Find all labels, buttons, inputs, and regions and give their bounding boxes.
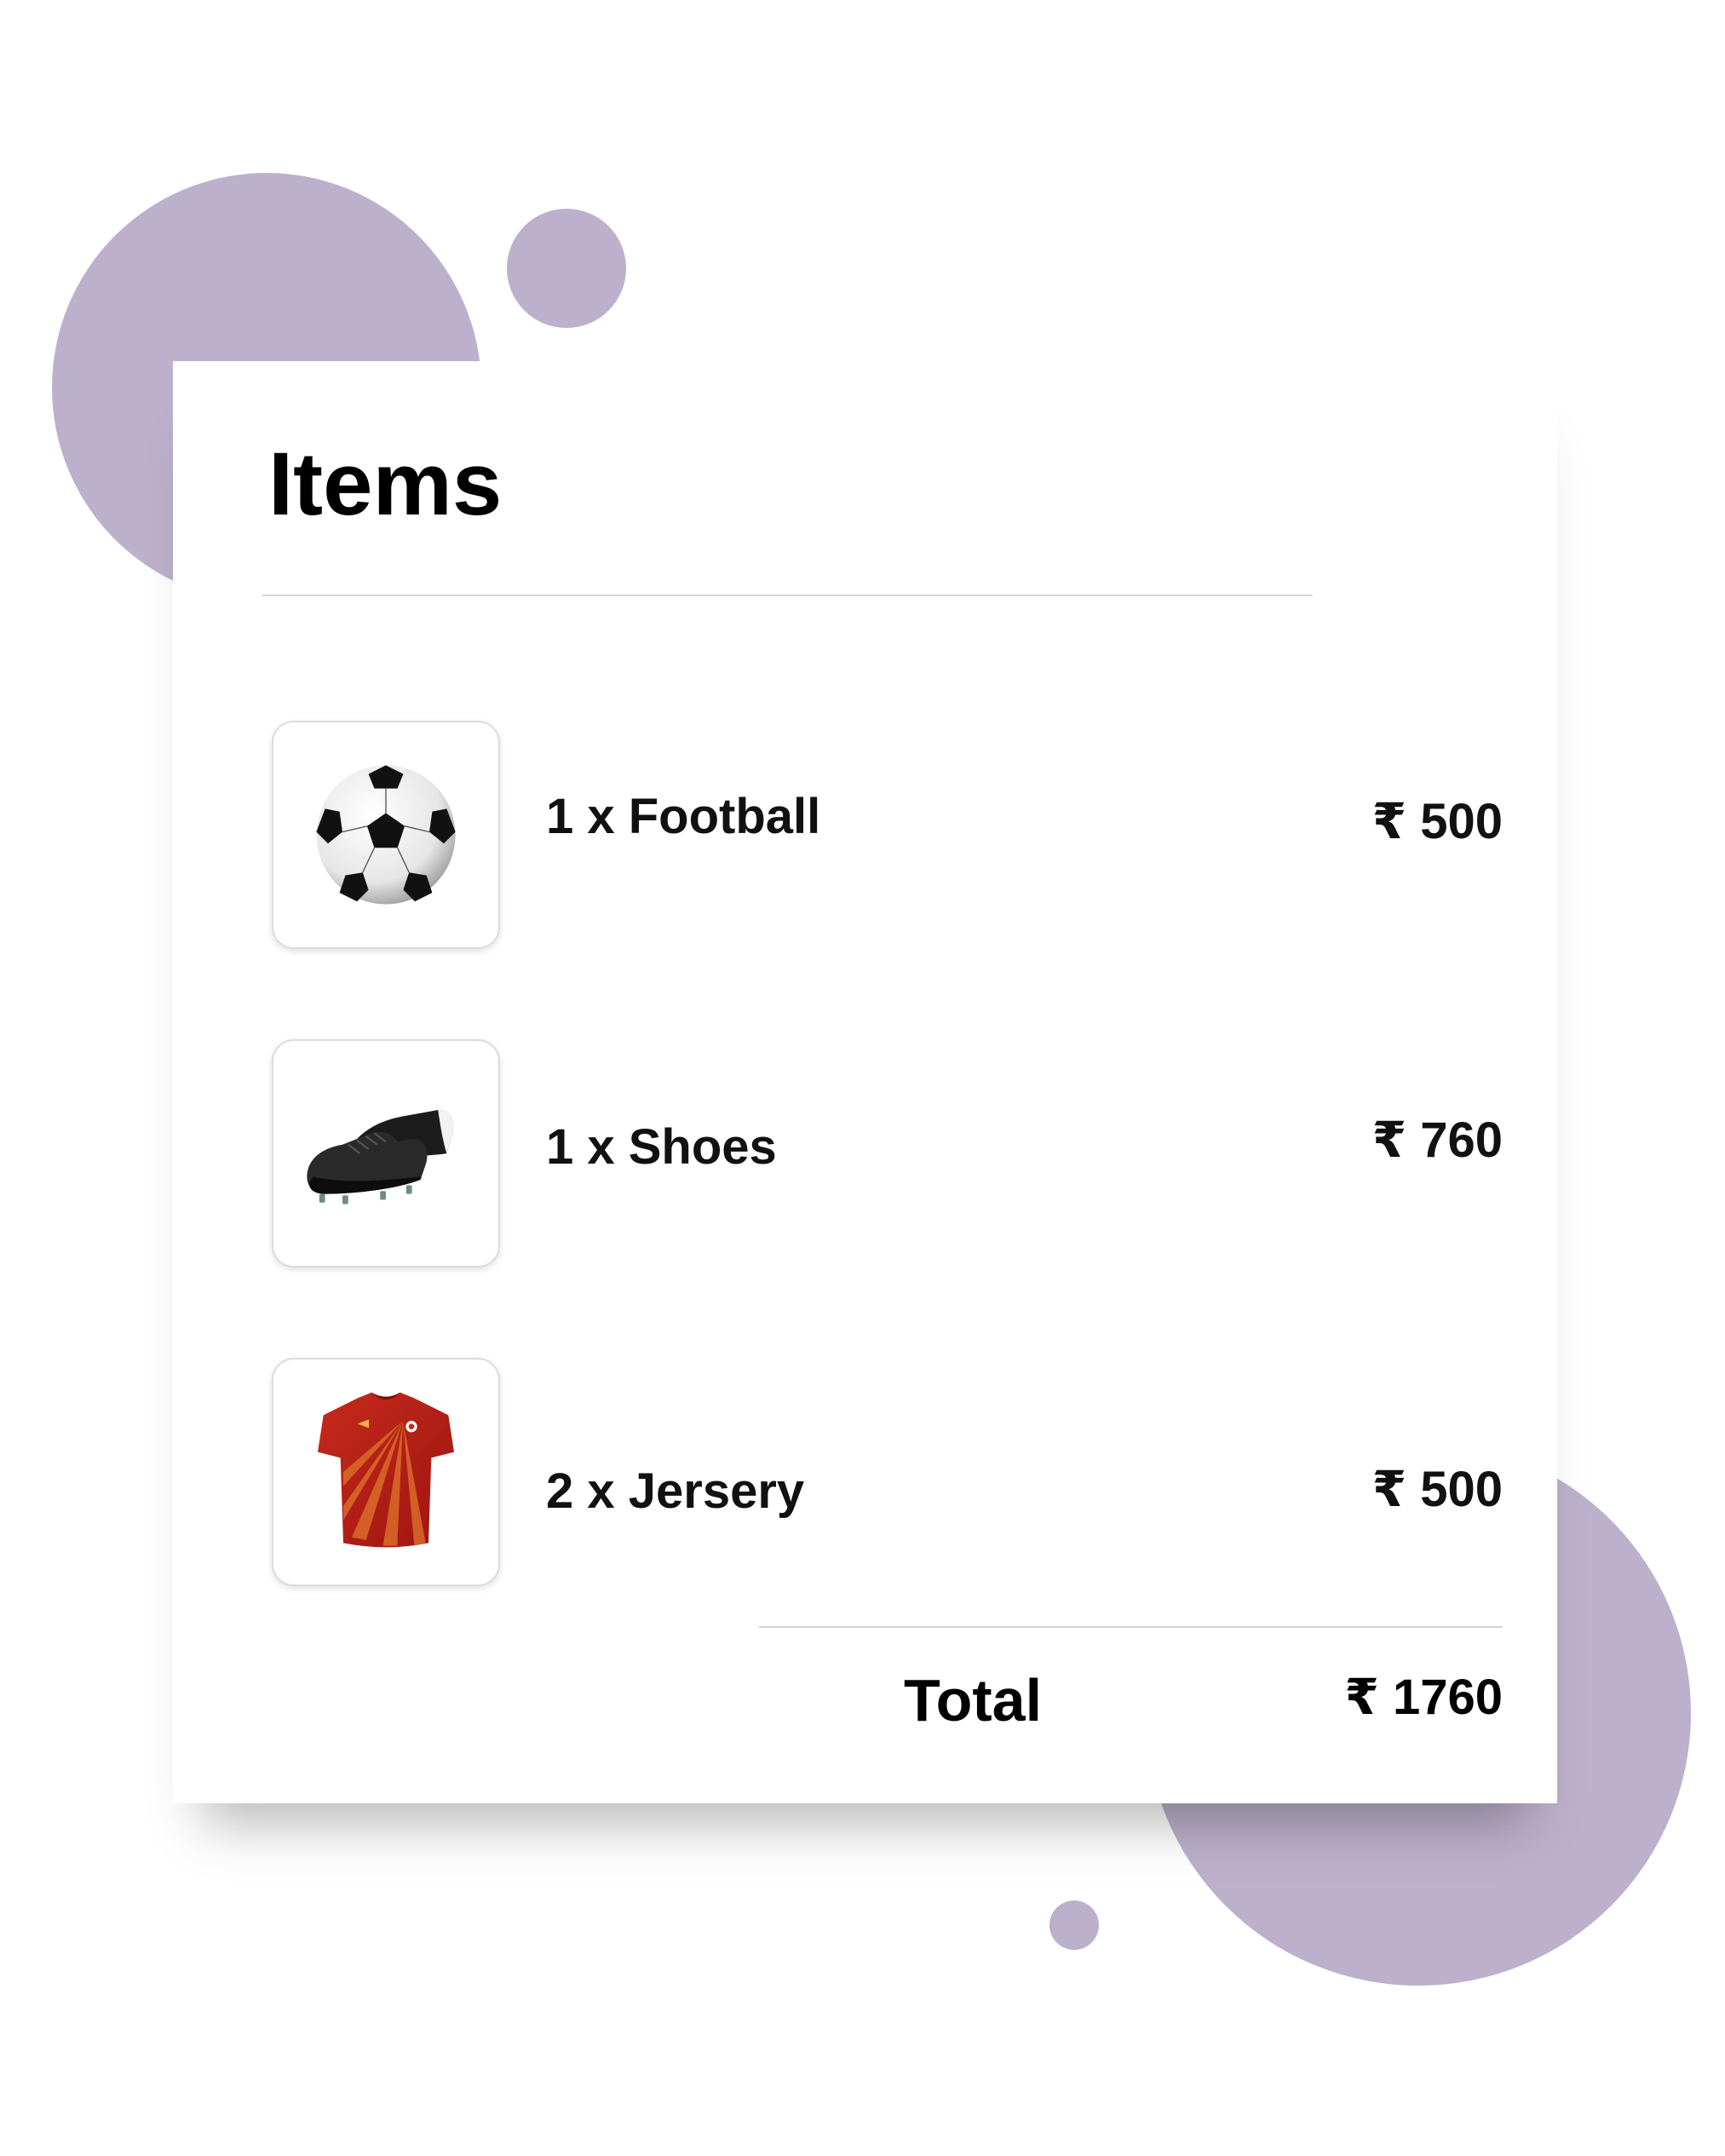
order-summary-card: Items 1 x Football ₹ 500 1 x Shoes ₹ 760… bbox=[173, 361, 1557, 1803]
total-value: ₹ 1760 bbox=[1344, 1670, 1504, 1725]
football-icon bbox=[316, 765, 456, 905]
total-label: Total bbox=[904, 1667, 1043, 1733]
jersey-icon bbox=[318, 1392, 454, 1548]
list-item-jersey[interactable]: 2 x Jersery ₹ 500 bbox=[173, 1358, 1557, 1586]
item-label: 1 x Shoes bbox=[546, 1119, 777, 1175]
title-divider bbox=[262, 595, 1313, 596]
item-thumbnail bbox=[272, 1358, 500, 1586]
item-label: 1 x Football bbox=[546, 789, 821, 844]
decor-circle-bottom-small bbox=[1049, 1900, 1099, 1950]
decor-circle-top-small bbox=[507, 209, 626, 328]
total-divider bbox=[759, 1626, 1503, 1628]
card-title: Items bbox=[268, 434, 503, 534]
football-boots-icon bbox=[307, 1110, 454, 1204]
item-price: ₹ 760 bbox=[1371, 1112, 1503, 1168]
item-thumbnail bbox=[272, 721, 500, 949]
list-item-football[interactable]: 1 x Football ₹ 500 bbox=[173, 721, 1557, 949]
page: Items 1 x Football ₹ 500 1 x Shoes ₹ 760… bbox=[0, 0, 1725, 2156]
item-thumbnail bbox=[272, 1039, 500, 1268]
list-item-shoes[interactable]: 1 x Shoes ₹ 760 bbox=[173, 1039, 1557, 1268]
item-label: 2 x Jersery bbox=[546, 1463, 805, 1519]
item-price: ₹ 500 bbox=[1371, 794, 1503, 849]
item-price: ₹ 500 bbox=[1371, 1462, 1503, 1517]
